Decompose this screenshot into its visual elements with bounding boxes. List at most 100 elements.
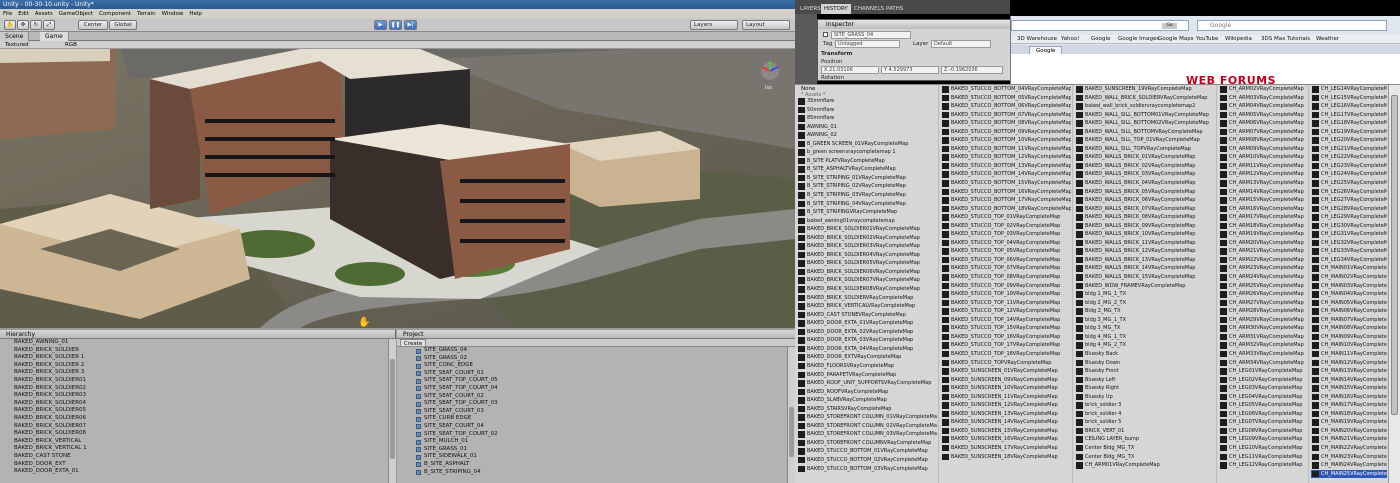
texture-item[interactable]: CH_MAIN12VRayCompleteMap — [1311, 359, 1387, 368]
texture-item[interactable]: CH_MAIN24VRayCompleteMap — [1311, 461, 1387, 470]
texture-item[interactable]: BAKED_STUCCO_TOP_18VRayCompleteMap — [941, 350, 1071, 359]
project-scrollbar[interactable] — [787, 347, 795, 483]
bookmark-link[interactable]: Wikipedia — [1225, 35, 1252, 44]
texture-item[interactable]: BAKED_BRICK_SOLDIERVRayCompleteMap — [797, 294, 937, 303]
texture-item[interactable]: BAKED_STUCCO_TOPVRayCompleteMap — [941, 359, 1071, 368]
texture-item[interactable]: BAKED_STUCCO_TOP_08VRayCompleteMap — [941, 273, 1071, 282]
texture-item[interactable]: BAKED_WALLS_BRICK_02VRayCompleteMap — [1075, 162, 1215, 171]
project-item[interactable]: SITE_SEAT_COURT_01 — [397, 370, 787, 378]
texture-item[interactable]: BAKED_WALLS_BRICK_10VRayCompleteMap — [1075, 230, 1215, 239]
menu-item-window[interactable]: Window — [162, 11, 184, 17]
texture-item[interactable]: BAKED_STUCCO_TOP_04VRayCompleteMap — [941, 239, 1071, 248]
texture-item[interactable]: BAKED_STUCCO_TOP_03VRayCompleteMap — [941, 230, 1071, 239]
texture-item[interactable]: CH_ARM03VRayCompleteMap — [1219, 94, 1307, 103]
bookmark-link[interactable]: 3DS Max Tutorials — [1261, 35, 1310, 44]
hierarchy-scrollbar[interactable] — [388, 339, 396, 483]
texture-item[interactable]: CH_LEG21VRayCompleteMap — [1311, 145, 1387, 154]
texture-item[interactable]: BAKED_BRICK_SOLDIER08VRayCompleteMap — [797, 285, 937, 294]
texture-item[interactable]: CH_LEG09VRayCompleteMap — [1219, 435, 1307, 444]
hierarchy-item[interactable]: BAKED_BRICK_SOLDIER06 — [0, 415, 388, 423]
picker-scrollbar[interactable] — [1388, 85, 1400, 483]
texture-item[interactable]: BAKED_STAIRSVRayCompleteMap — [797, 405, 937, 414]
hierarchy-item[interactable]: BAKED_DOOR_EXTA_01 — [0, 468, 388, 476]
texture-item[interactable]: CH_MAIN09VRayCompleteMap — [1311, 333, 1387, 342]
texture-item[interactable]: BAKED_DOOR_EXTA_03VRayCompleteMap — [797, 336, 937, 345]
texture-item[interactable]: bldg 1_MG_1_TX — [1075, 290, 1215, 299]
texture-item[interactable]: BAKED_SUNSCREEN_14VRayCompleteMap — [941, 418, 1071, 427]
render-mode-dropdown[interactable]: Textured — [2, 41, 32, 49]
go-button[interactable]: Go — [1162, 23, 1177, 29]
texture-item[interactable]: CH_MAIN23VRayCompleteMap — [1311, 453, 1387, 462]
texture-item[interactable]: CEILING LAYER_bump — [1075, 435, 1215, 444]
menu-item-assets[interactable]: Assets — [35, 11, 53, 17]
texture-item[interactable]: 85mmflare — [797, 114, 937, 123]
project-item[interactable]: SITE_GRASS_01 — [397, 446, 787, 454]
texture-item[interactable]: BAKED_SUNSCREEN_16VRayCompleteMap — [941, 435, 1071, 444]
texture-item[interactable]: CH_MAIN15VRayCompleteMap — [1311, 384, 1387, 393]
texture-item[interactable]: brick_soldier 4 — [1075, 410, 1215, 419]
tab-history[interactable]: HISTORY — [821, 4, 851, 14]
texture-item[interactable]: BAKED_WALLS_BRICK_03VRayCompleteMap — [1075, 170, 1215, 179]
position-y-field[interactable]: Y 4.529973 — [881, 66, 939, 74]
texture-item[interactable]: AWNING_02 — [797, 131, 937, 140]
texture-item[interactable]: BAKED_WALLS_BRICK_09VRayCompleteMap — [1075, 222, 1215, 231]
texture-item[interactable]: CH_MAIN13VRayCompleteMap — [1311, 367, 1387, 376]
bookmark-link[interactable]: Weather — [1316, 35, 1339, 44]
texture-item[interactable]: BAKED_STOREFRONT COLUMN_01VRayCompleteMa… — [797, 413, 937, 422]
step-icon[interactable]: ▶| — [404, 20, 417, 30]
texture-item[interactable]: CH_LEG17VRayCompleteMap — [1311, 111, 1387, 120]
texture-item[interactable]: CH_MAIN14VRayCompleteMap — [1311, 376, 1387, 385]
menu-item-file[interactable]: File — [3, 11, 12, 17]
texture-item[interactable]: BAKED_BRICK_SOLDIER03VRayCompleteMap — [797, 242, 937, 251]
hierarchy-item[interactable]: BAKED_AWNING_01 — [0, 339, 388, 347]
texture-item[interactable]: Bldg 2_MG_TX — [1075, 307, 1215, 316]
project-item[interactable]: SITE_SEAT_TOP_COURT_05 — [397, 377, 787, 385]
texture-item[interactable]: BAKED_STUCCO_TOP_14VRayCompleteMap — [941, 316, 1071, 325]
texture-item[interactable]: CH_LEG34VRayCompleteMap — [1311, 256, 1387, 265]
texture-item[interactable]: CH_ARM17VRayCompleteMap — [1219, 213, 1307, 222]
texture-item[interactable]: CH_MAIN17VRayCompleteMap — [1311, 401, 1387, 410]
tab-layers[interactable]: LAYERS — [797, 4, 824, 14]
texture-item[interactable]: BAKED_BRICK_SOLDIER06VRayCompleteMap — [797, 268, 937, 277]
position-z-field[interactable]: Z -0.1962036 — [941, 66, 1003, 74]
texture-item[interactable]: BAKED_STUCCO_TOP_06VRayCompleteMap — [941, 256, 1071, 265]
texture-item[interactable]: CH_LEG32VRayCompleteMap — [1311, 239, 1387, 248]
texture-item[interactable]: CH_ARM31VRayCompleteMap — [1219, 333, 1307, 342]
texture-item[interactable]: Bluesky Up — [1075, 393, 1215, 402]
texture-item[interactable]: BAKED_STUCCO_BOTTOM_02VRayCompleteMap — [797, 456, 937, 465]
texture-item[interactable]: CH_ARM16VRayCompleteMap — [1219, 205, 1307, 214]
texture-item[interactable]: BAKED_STUCCO_BOTTOM_10VRayCompleteMap — [941, 136, 1071, 145]
hierarchy-item[interactable]: BAKED_BRICK_SOLDIER 3 — [0, 369, 388, 377]
texture-item[interactable]: BAKED_STUCCO_BOTTOM_01VRayCompleteMap — [797, 447, 937, 456]
pivot-global-button[interactable]: Global — [109, 20, 137, 30]
texture-item[interactable]: CH_ARM24VRayCompleteMap — [1219, 273, 1307, 282]
hierarchy-item[interactable]: BAKED_BRICK_SOLDIER 2 — [0, 362, 388, 370]
texture-item[interactable]: BAKED_BRICK_SOLDIER01VRayCompleteMap — [797, 225, 937, 234]
bookmark-link[interactable]: Google Maps — [1158, 35, 1194, 44]
texture-item[interactable]: B_SITE_STRIPING_04VRayCompleteMap — [797, 200, 937, 209]
texture-item[interactable]: brick_soldier 5 — [1075, 418, 1215, 427]
texture-item[interactable]: CH_MAIN08VRayCompleteMap — [1311, 324, 1387, 333]
texture-item[interactable]: Bluesky Left — [1075, 376, 1215, 385]
texture-item[interactable]: CH_MAIN07VRayCompleteMap — [1311, 316, 1387, 325]
texture-item[interactable]: bldg 4_MG_1_TX — [1075, 333, 1215, 342]
texture-item[interactable]: CH_ARM33VRayCompleteMap — [1219, 350, 1307, 359]
texture-item[interactable]: BAKED_SUNSCREEN_10VRayCompleteMap — [941, 384, 1071, 393]
hierarchy-item[interactable]: BAKED_BRICK_SOLDIER05 — [0, 407, 388, 415]
texture-item[interactable]: CH_ARM04VRayCompleteMap — [1219, 102, 1307, 111]
texture-item[interactable]: CH_ARM10VRayCompleteMap — [1219, 153, 1307, 162]
texture-item[interactable]: CH_LEG10VRayCompleteMap — [1219, 444, 1307, 453]
texture-item[interactable]: Center Bldg_MG_TX — [1075, 444, 1215, 453]
texture-item[interactable]: CH_ARM01VRayCompleteMap — [1075, 461, 1215, 470]
texture-item[interactable]: CH_ARM15VRayCompleteMap — [1219, 196, 1307, 205]
texture-item[interactable]: CH_MAIN20VRayCompleteMap — [1311, 427, 1387, 436]
texture-item[interactable]: BAKED_WALLS_BRICK_06VRayCompleteMap — [1075, 196, 1215, 205]
tag-dropdown[interactable]: Untagged — [835, 40, 900, 48]
layout-dropdown[interactable]: Layout — [742, 20, 790, 30]
texture-item[interactable]: BAKED_WALLS_BRICK_08VRayCompleteMap — [1075, 213, 1215, 222]
texture-item[interactable]: B_SITE_ASPHALTVRayCompleteMap — [797, 165, 937, 174]
texture-item[interactable]: CH_ARM05VRayCompleteMap — [1219, 111, 1307, 120]
texture-item[interactable]: BAKED_BRICK_SOLDIER04VRayCompleteMap — [797, 251, 937, 260]
texture-item[interactable]: BAKED_WALLS_BRICK_15VRayCompleteMap — [1075, 273, 1215, 282]
texture-item[interactable]: BAKED_WALL_BRICK_SOLDIERVRayCompleteMap — [1075, 94, 1215, 103]
